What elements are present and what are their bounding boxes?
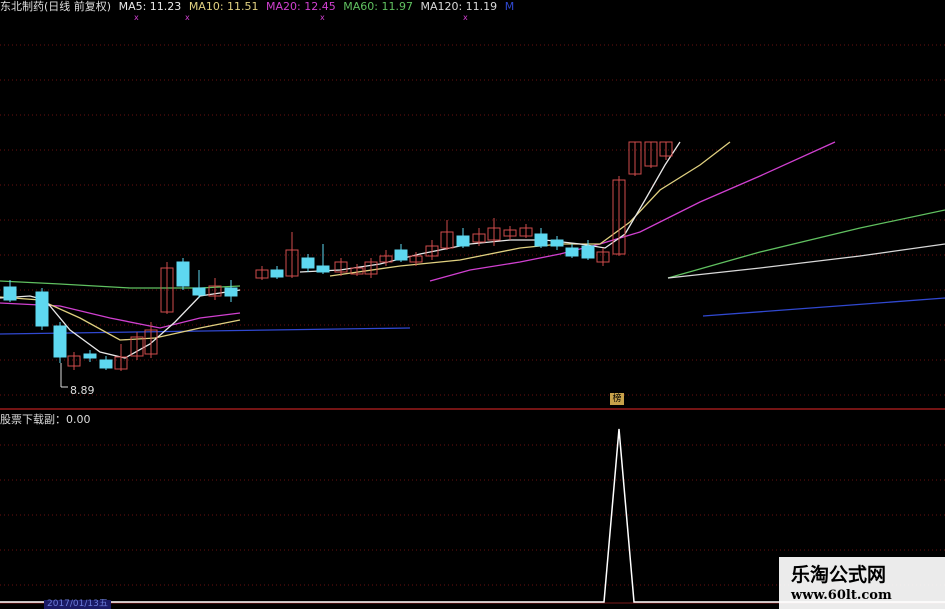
indicator-label: 股票下载副：0.00 [0,413,91,426]
candle-down [83,350,97,362]
candle-down [550,236,564,250]
candle-up [114,344,128,371]
watermark-title: 乐淘公式网 [791,564,887,586]
candle-body [394,249,408,261]
ma60-line [0,280,241,289]
candle-body [316,265,330,273]
candle-body [35,291,49,327]
candle-up [350,264,364,276]
candle-down [270,266,284,279]
ma-header: 东北制药(日线 前复权) MA5: 11.23 MA10: 11.51 MA20… [0,0,518,14]
candle-body [83,353,97,359]
candle-up [67,352,81,370]
candle-down [534,228,548,248]
candle-up [644,141,658,168]
candle-up [503,226,517,240]
candle-up [440,220,454,250]
candle-down [176,258,190,290]
svg-text:x: x [320,13,325,22]
candle-down [99,356,113,370]
svg-text:x: x [463,13,468,22]
svg-text:x: x [185,13,190,22]
candle-up [208,278,222,300]
candle-body [3,286,17,301]
ma120-line [667,243,945,279]
watermark-url: www.60lt.com [791,588,892,603]
candle-down [53,322,67,363]
footer-date: 2017/01/13五 [44,600,111,609]
candle-body [550,239,564,247]
moving-average-lines [0,141,945,359]
event-marker-badge[interactable]: 榜 [610,393,624,405]
candle-down [192,270,206,298]
candle-up [519,224,533,238]
extra-label: M [504,0,515,13]
candle-up [255,266,269,280]
kline-chart[interactable]: xxxx [0,0,945,609]
candle-down [581,240,595,260]
candle-body [176,261,190,287]
candle-body [53,325,67,358]
candle-down [301,254,315,272]
candle-up [612,176,626,256]
candle-down [394,244,408,262]
candle-body [99,359,113,369]
ma250-line [702,297,945,317]
candlesticks [3,141,673,371]
candle-body [534,233,548,247]
ma20-line [429,141,836,282]
ma60-line [667,209,945,279]
ma120-label: MA120: 11.19 [420,0,498,13]
candle-down [565,244,579,258]
candle-body [224,287,238,297]
candle-down [224,280,238,302]
candle-down [3,280,17,302]
candle-up [130,332,144,360]
candle-body [581,245,595,259]
ma10-label: MA10: 11.51 [188,0,259,13]
candle-down [316,244,330,274]
candle-up [596,248,610,266]
svg-text:x: x [134,13,139,22]
candle-down [456,228,470,248]
candle-body [456,235,470,247]
stock-name: 东北制药(日线 前复权) [0,0,112,13]
candle-body [565,247,579,257]
ma60-label: MA60: 11.97 [343,0,413,13]
candle-body [301,257,315,269]
candle-body [270,269,284,278]
candle-up [628,141,642,176]
candle-down [35,288,49,330]
ma5-label: MA5: 11.23 [118,0,182,13]
price-grid [0,44,945,586]
low-price-label: 8.89 [70,384,95,397]
watermark: 乐淘公式网 www.60lt.com [779,557,945,609]
header-markers: xxxx [134,13,468,22]
ma20-label: MA20: 12.45 [266,0,336,13]
candle-up [425,240,439,260]
candle-body [192,287,206,296]
candle-up [364,258,378,278]
ma5-line [299,141,681,273]
